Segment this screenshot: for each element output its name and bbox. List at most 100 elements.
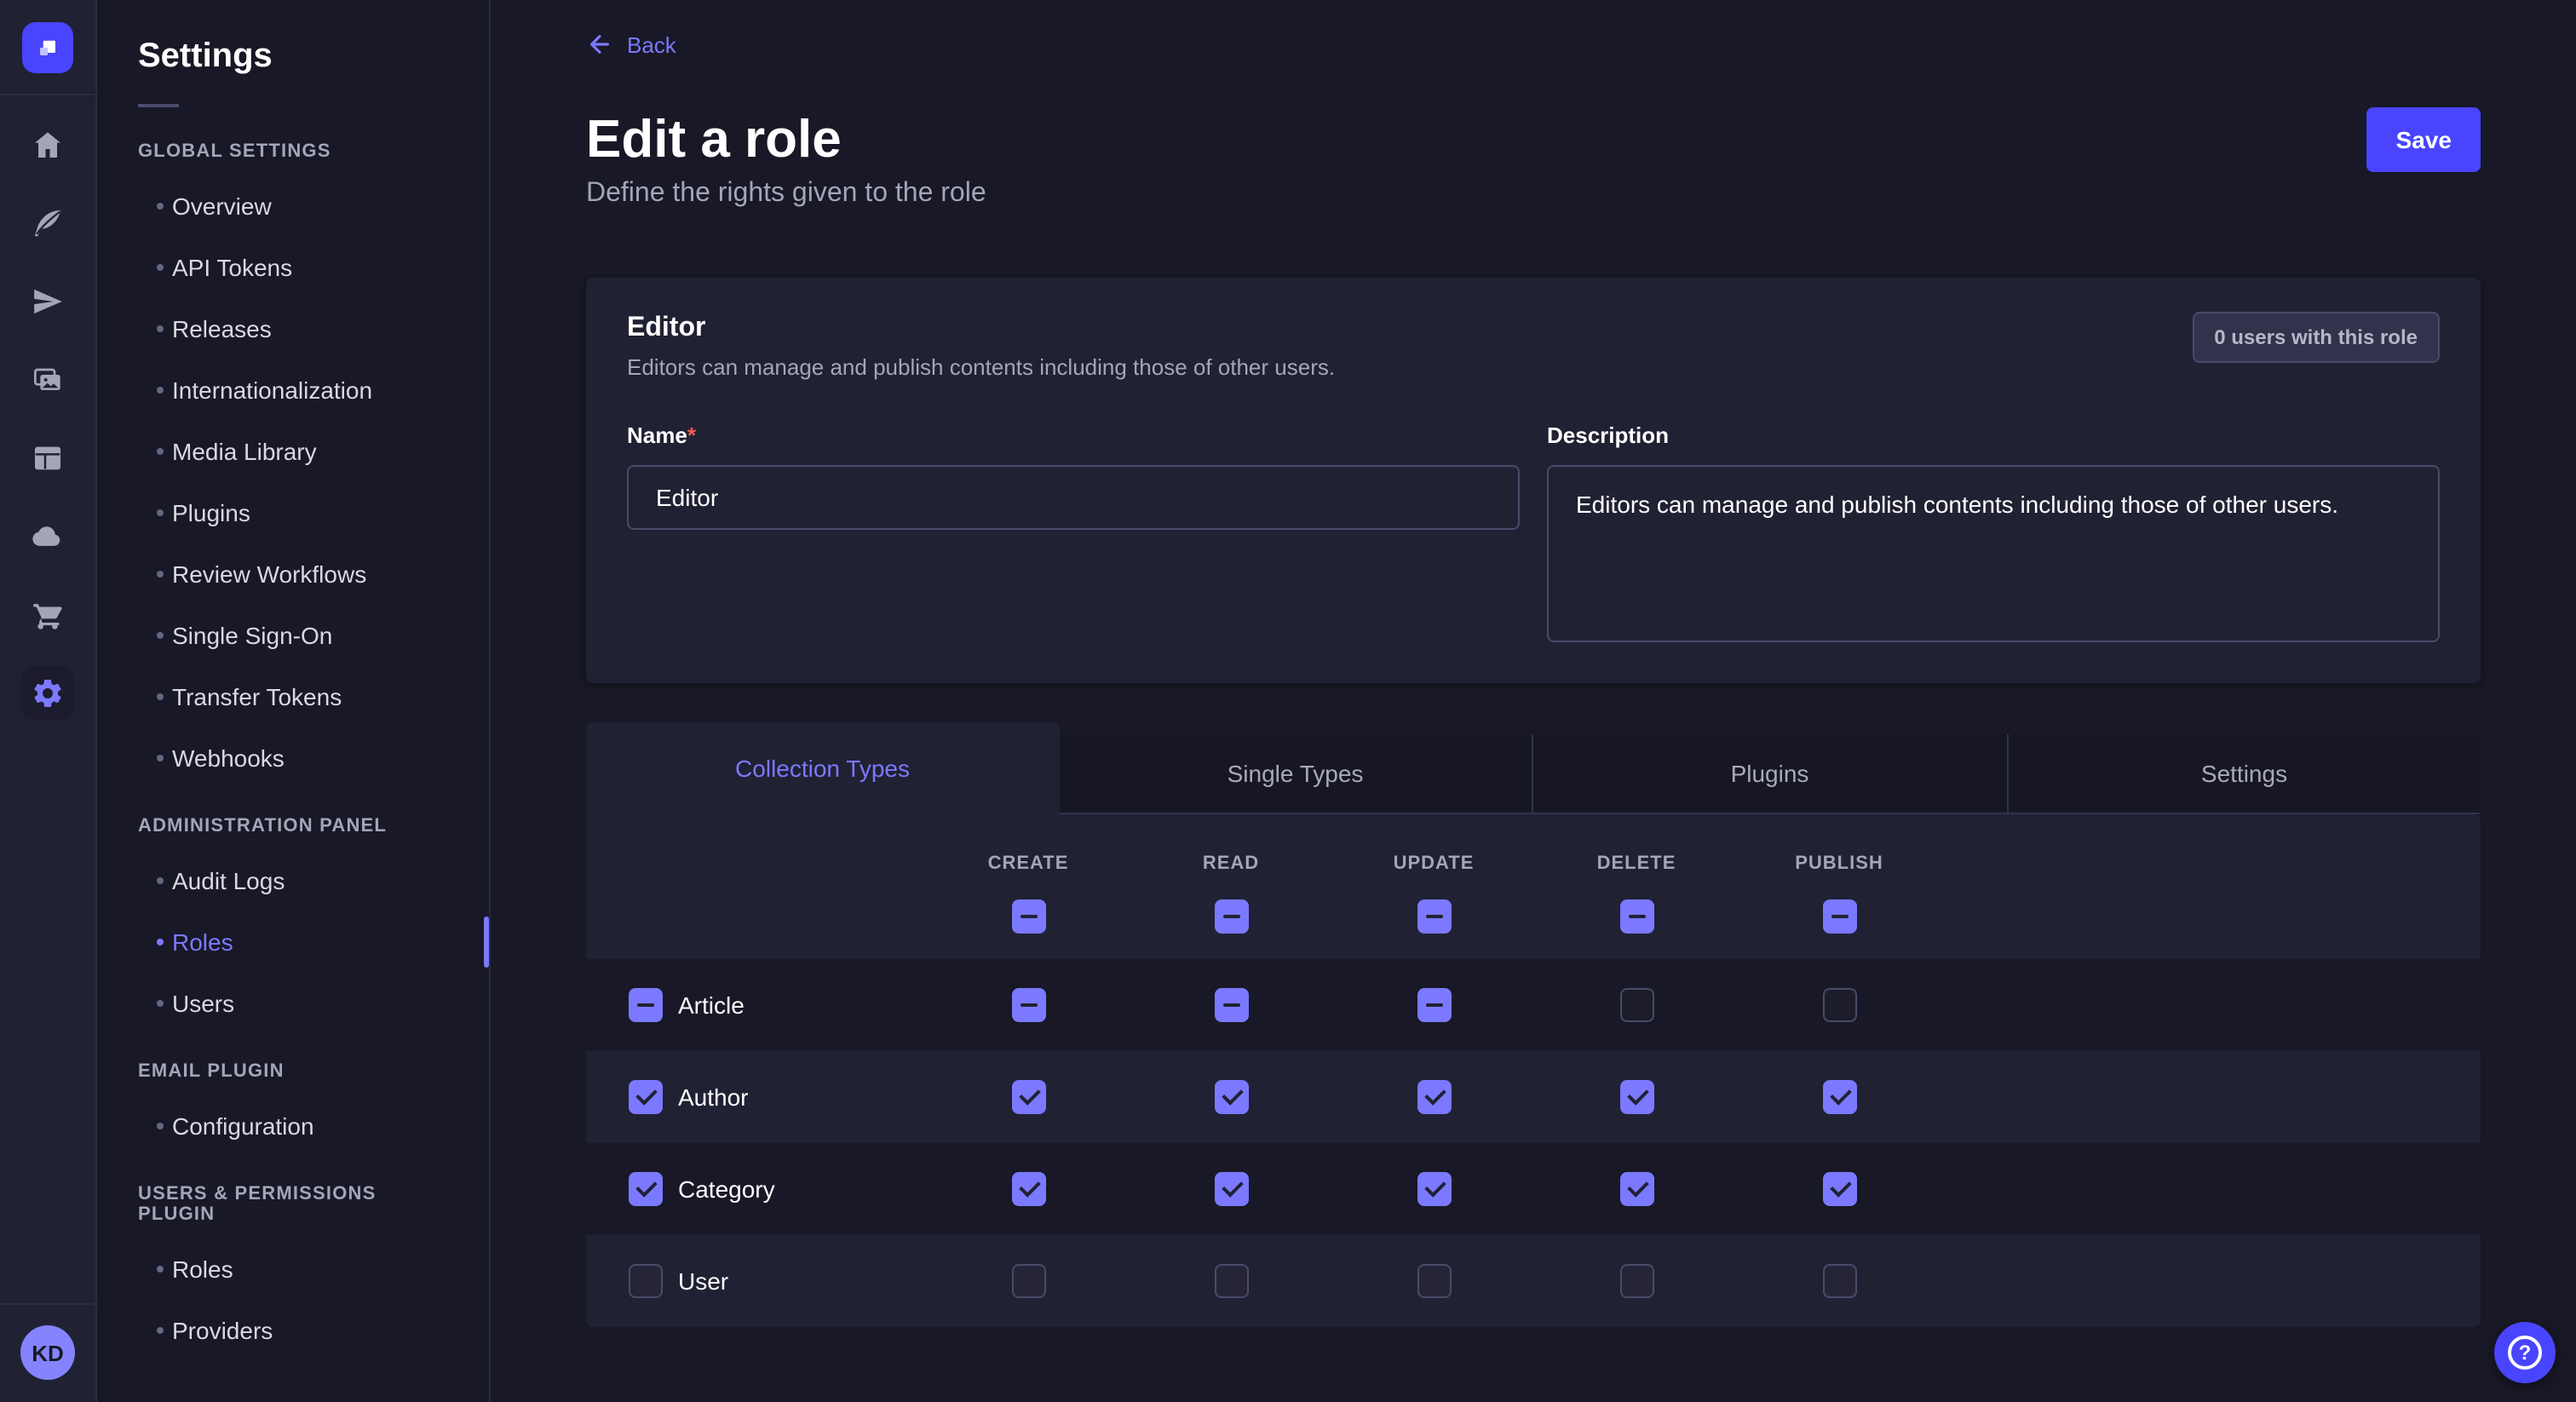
home-icon[interactable] <box>20 118 75 172</box>
checkbox-unchecked[interactable] <box>1619 1264 1653 1298</box>
subnav-item-providers[interactable]: Providers <box>97 1300 489 1361</box>
checkbox-unchecked[interactable] <box>629 1264 663 1298</box>
subnav-item-webhooks[interactable]: Webhooks <box>97 727 489 789</box>
permission-cell <box>1738 1080 1941 1114</box>
gear-icon[interactable] <box>20 666 75 721</box>
checkbox-checked[interactable] <box>629 1172 663 1206</box>
subnav-item-users[interactable]: Users <box>97 973 489 1034</box>
strapi-logo-icon[interactable] <box>22 21 73 72</box>
subnav-item-releases[interactable]: Releases <box>97 298 489 359</box>
users-with-role-badge[interactable]: 0 users with this role <box>2192 312 2440 363</box>
checkbox-indeterminate[interactable] <box>1417 988 1451 1022</box>
subnav-item-review-workflows[interactable]: Review Workflows <box>97 543 489 605</box>
checkbox-checked[interactable] <box>1417 1080 1451 1114</box>
checkbox-unchecked[interactable] <box>1619 988 1653 1022</box>
subnav-item-label: Configuration <box>172 1112 314 1140</box>
role-details-card: Editor Editors can manage and publish co… <box>586 278 2481 683</box>
role-name-title: Editor <box>627 312 1335 346</box>
checkbox-checked[interactable] <box>1822 1080 1856 1114</box>
permissions-section: Collection TypesSingle TypesPluginsSetti… <box>586 722 2481 1327</box>
checkbox-indeterminate[interactable] <box>1214 899 1248 934</box>
subnav-items: RolesProviders <box>97 1238 489 1361</box>
checkbox-checked[interactable] <box>1417 1172 1451 1206</box>
row-label-cell: User <box>586 1264 927 1298</box>
subnav-item-label: Media Library <box>172 438 317 465</box>
subnav-item-overview[interactable]: Overview <box>97 175 489 237</box>
tab-collection-types[interactable]: Collection Types <box>586 722 1059 814</box>
subnav-item-roles[interactable]: Roles <box>97 911 489 973</box>
name-input[interactable] <box>627 465 1520 530</box>
tab-single-types[interactable]: Single Types <box>1059 734 1532 814</box>
name-field-group: Name* <box>627 421 1520 642</box>
user-avatar[interactable]: KD <box>20 1325 75 1380</box>
checkbox-unchecked[interactable] <box>1011 1264 1045 1298</box>
bullet-icon <box>157 877 164 884</box>
checkbox-unchecked[interactable] <box>1214 1264 1248 1298</box>
save-button[interactable]: Save <box>2367 107 2481 172</box>
checkbox-unchecked[interactable] <box>1822 988 1856 1022</box>
checkbox-checked[interactable] <box>1619 1172 1653 1206</box>
permission-row-article: Article <box>586 959 2481 1051</box>
bullet-icon <box>157 387 164 394</box>
role-description-text: Editors can manage and publish contents … <box>627 353 1335 383</box>
subnav-item-single-sign-on[interactable]: Single Sign-On <box>97 605 489 666</box>
subnav-item-api-tokens[interactable]: API Tokens <box>97 237 489 298</box>
tab-plugins[interactable]: Plugins <box>1532 734 2006 814</box>
permission-cell <box>927 988 1130 1022</box>
select-all-cell <box>1738 899 1941 934</box>
subnav-item-transfer-tokens[interactable]: Transfer Tokens <box>97 666 489 727</box>
select-all-cell <box>1535 899 1738 934</box>
cart-icon[interactable] <box>20 588 75 642</box>
back-link[interactable]: Back <box>586 31 676 58</box>
checkbox-indeterminate[interactable] <box>1011 899 1045 934</box>
arrow-left-icon <box>586 31 613 58</box>
checkbox-indeterminate[interactable] <box>1011 988 1045 1022</box>
permissions-panel: CREATEREADUPDATEDELETEPUBLISH ArticleAut… <box>586 814 2481 1327</box>
permission-columns: CREATEREADUPDATEDELETEPUBLISH <box>586 853 2481 874</box>
checkbox-unchecked[interactable] <box>1822 1264 1856 1298</box>
checkbox-indeterminate[interactable] <box>629 988 663 1022</box>
permissions-table-header: CREATEREADUPDATEDELETEPUBLISH <box>586 814 2481 959</box>
checkbox-indeterminate[interactable] <box>1417 899 1451 934</box>
subnav-item-plugins[interactable]: Plugins <box>97 482 489 543</box>
checkbox-checked[interactable] <box>1822 1172 1856 1206</box>
checkbox-checked[interactable] <box>1011 1080 1045 1114</box>
settings-subnav: Settings GLOBAL SETTINGSOverviewAPI Toke… <box>97 0 491 1402</box>
checkbox-unchecked[interactable] <box>1417 1264 1451 1298</box>
bullet-icon <box>157 693 164 700</box>
subnav-item-audit-logs[interactable]: Audit Logs <box>97 850 489 911</box>
subnav-section-global-settings: GLOBAL SETTINGSOverviewAPI TokensRelease… <box>97 141 489 789</box>
checkbox-checked[interactable] <box>1011 1172 1045 1206</box>
subnav-item-roles[interactable]: Roles <box>97 1238 489 1300</box>
permission-cell <box>1332 1080 1535 1114</box>
permission-cell <box>1738 1264 1941 1298</box>
checkbox-indeterminate[interactable] <box>1214 988 1248 1022</box>
checkbox-indeterminate[interactable] <box>1619 899 1653 934</box>
images-icon[interactable] <box>20 353 75 407</box>
subnav-item-internationalization[interactable]: Internationalization <box>97 359 489 421</box>
checkbox-checked[interactable] <box>1214 1172 1248 1206</box>
checkbox-checked[interactable] <box>629 1080 663 1114</box>
subnav-section-administration-panel: ADMINISTRATION PANELAudit LogsRolesUsers <box>97 816 489 1034</box>
tab-settings[interactable]: Settings <box>2006 734 2481 814</box>
help-button[interactable]: ? <box>2494 1322 2556 1383</box>
permission-cell <box>1738 1172 1941 1206</box>
permission-cell <box>1332 1172 1535 1206</box>
layout-icon[interactable] <box>20 431 75 486</box>
rail-nav-items <box>20 118 75 1303</box>
logo-section <box>0 0 95 95</box>
help-icon: ? <box>2508 1336 2542 1370</box>
paper-plane-icon[interactable] <box>20 274 75 329</box>
permission-cell <box>1535 1172 1738 1206</box>
subnav-item-media-library[interactable]: Media Library <box>97 421 489 482</box>
role-fields-row: Name* Description Editors can manage and… <box>627 421 2440 642</box>
checkbox-checked[interactable] <box>1619 1080 1653 1114</box>
cloud-icon[interactable] <box>20 509 75 564</box>
checkbox-indeterminate[interactable] <box>1822 899 1856 934</box>
feather-icon[interactable] <box>20 196 75 250</box>
subnav-item-configuration[interactable]: Configuration <box>97 1095 489 1157</box>
back-label: Back <box>627 32 676 57</box>
description-textarea[interactable]: Editors can manage and publish contents … <box>1547 465 2440 642</box>
checkbox-checked[interactable] <box>1214 1080 1248 1114</box>
name-field-label: Name* <box>627 422 696 448</box>
